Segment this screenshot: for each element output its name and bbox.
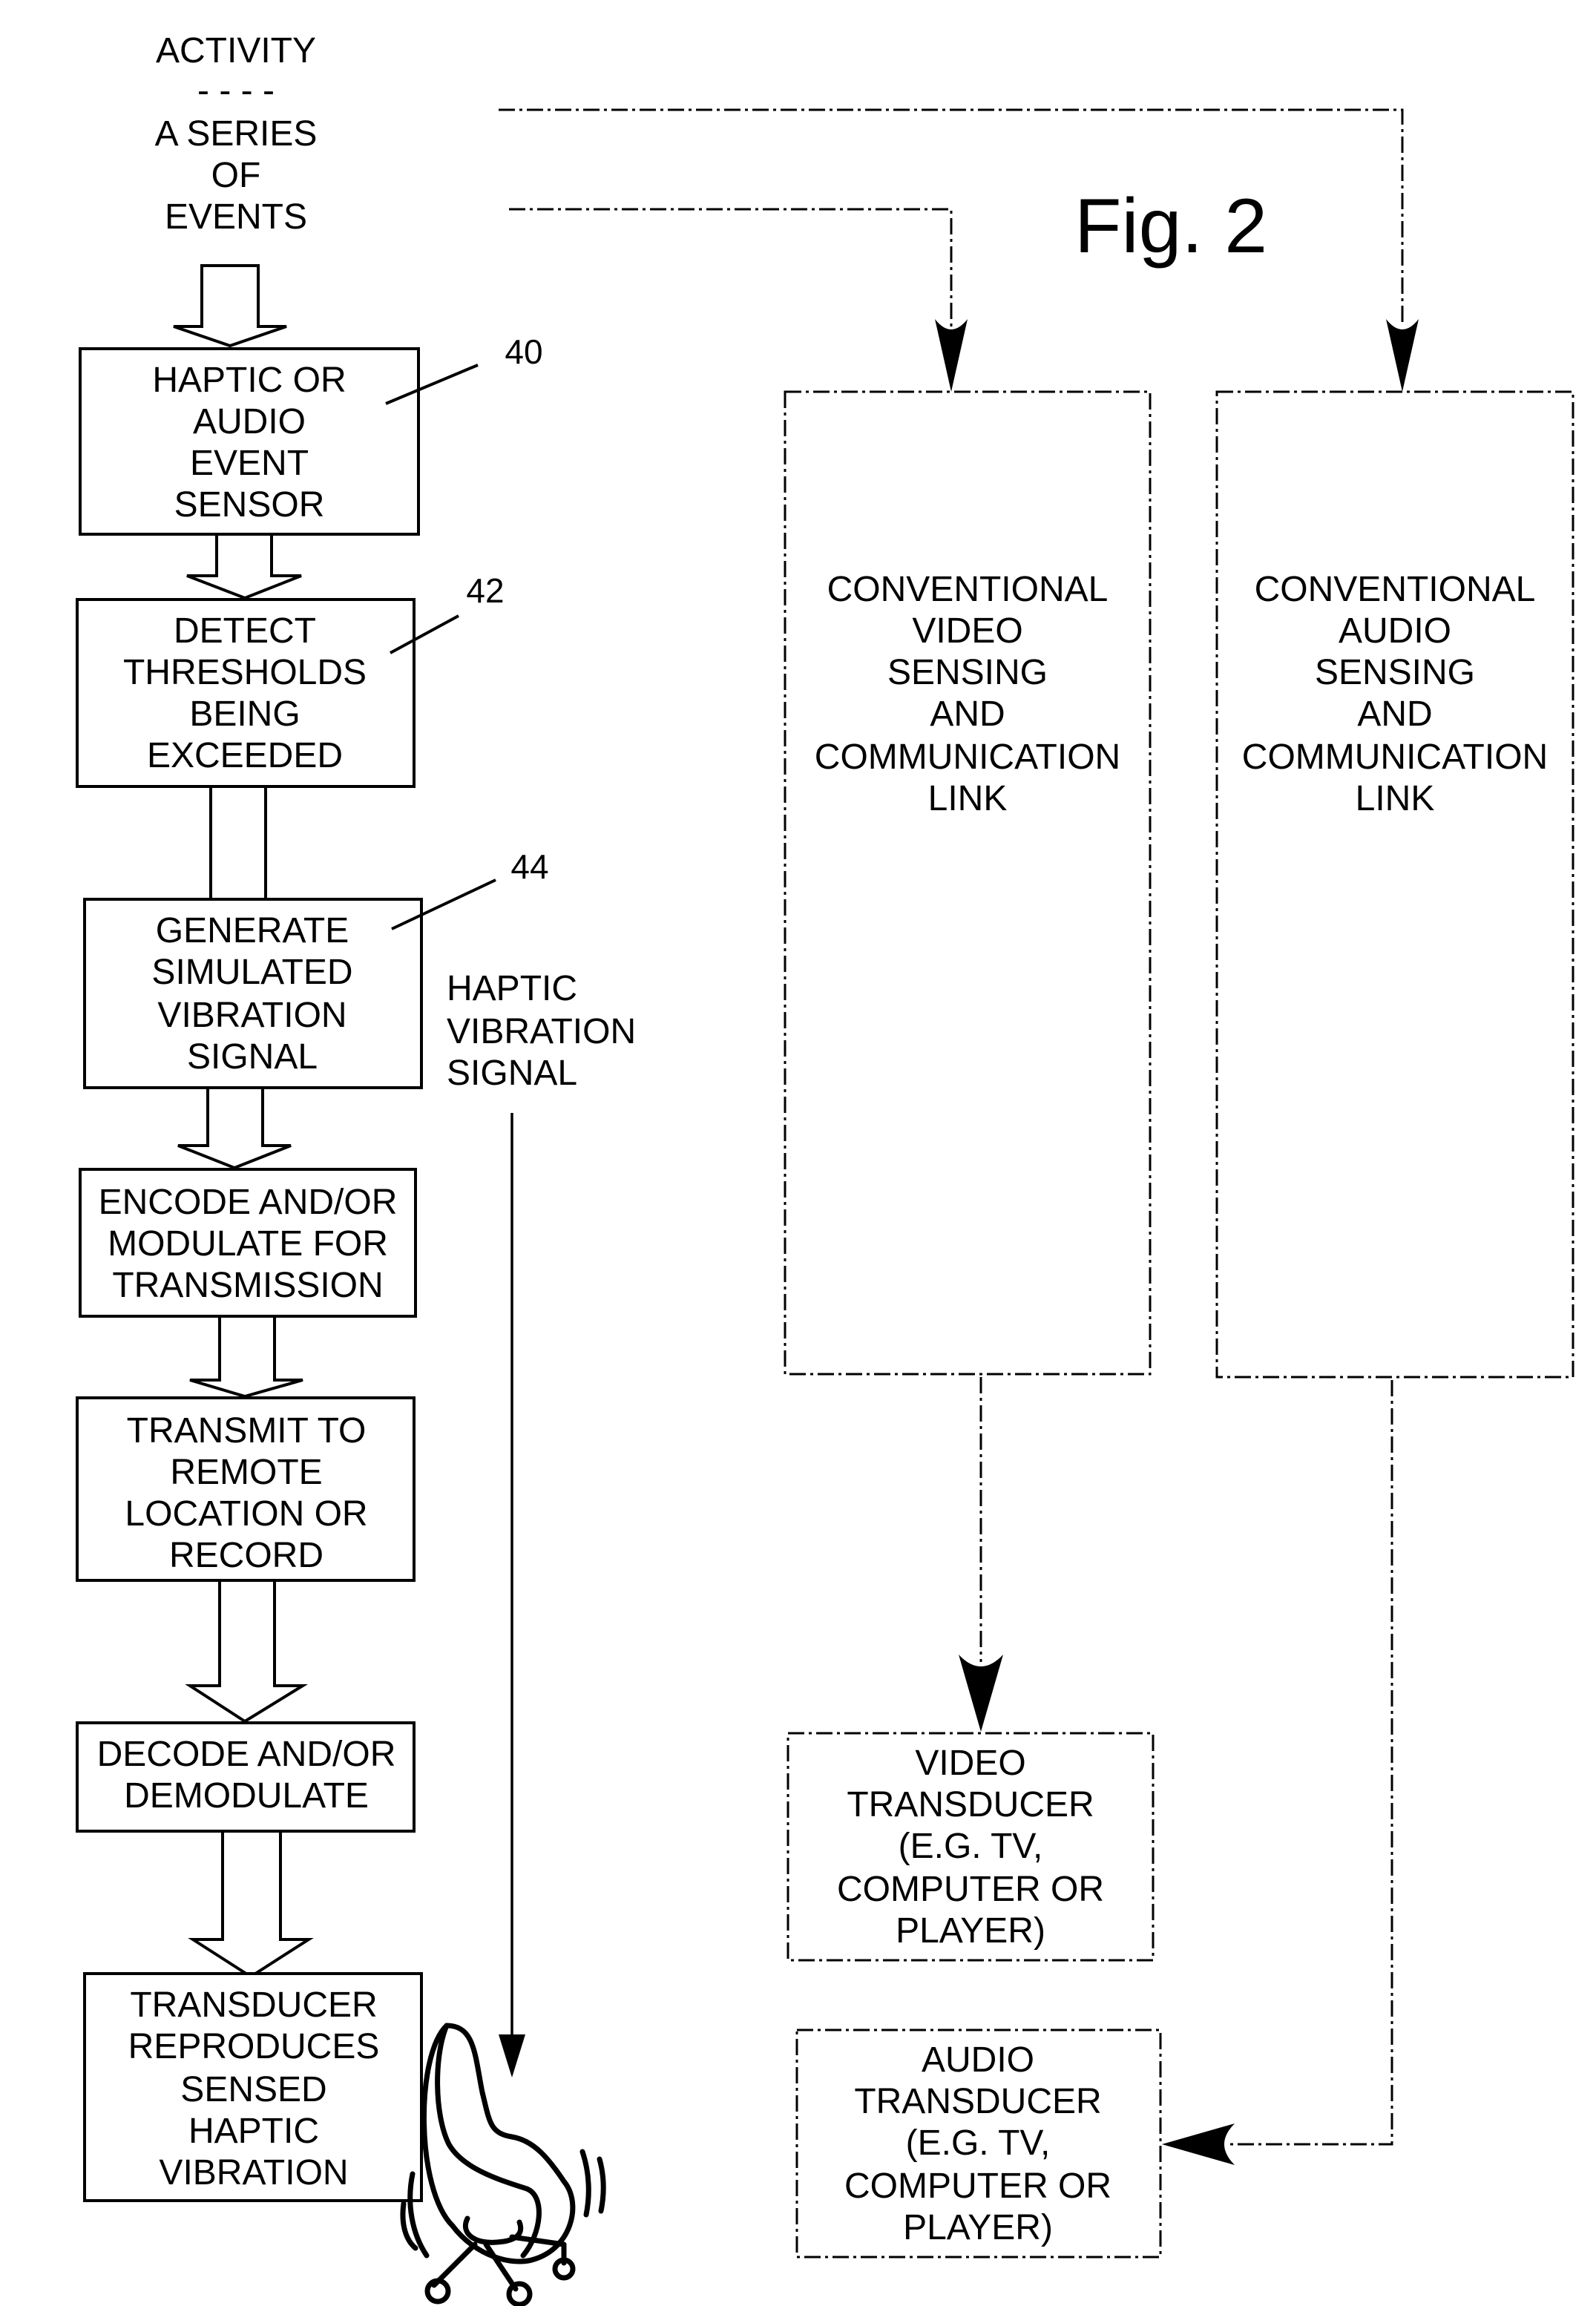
block-frame	[784, 390, 1152, 1376]
block-conventional-audio-link: CONVENTIONAL AUDIO SENSING AND COMMUNICA…	[1215, 390, 1574, 1379]
video-feed-line	[509, 208, 953, 326]
flow-arrow	[188, 1830, 314, 1979]
block-text: REPRODUCES	[128, 2027, 380, 2066]
flow-arrow	[173, 264, 287, 348]
block-text: PLAYER)	[896, 1911, 1045, 1951]
source-line: ACTIVITY	[156, 31, 316, 70]
block-text: TRANSDUCER	[130, 1985, 377, 2025]
block-text: AUDIO	[193, 402, 306, 441]
flow-arrow	[189, 1315, 303, 1399]
block-decode: DECODE AND/OR DEMODULATE	[76, 1721, 416, 1833]
haptic-signal-label: HAPTIC VIBRATION SIGNAL	[447, 969, 636, 1093]
block-video-transducer: VIDEO TRANSDUCER (E.G. TV, COMPUTER OR P…	[786, 1732, 1155, 1962]
signal-label-line: SIGNAL	[447, 1054, 577, 1093]
block-text: SIGNAL	[187, 1037, 318, 1077]
block-text: HAPTIC	[188, 2112, 319, 2151]
block-text: (E.G. TV,	[899, 1827, 1043, 1866]
block-text: SENSING	[1315, 653, 1475, 692]
block-text: CONVENTIONAL	[1255, 570, 1536, 609]
patent-figure-canvas: Fig. 2 ACTIVITY - - - - A SERIES OF EVEN…	[76, 31, 1574, 2306]
signal-label-line: HAPTIC	[447, 969, 577, 1008]
signal-label-line: VIBRATION	[447, 1012, 636, 1051]
block-text: (E.G. TV,	[906, 2123, 1051, 2163]
block-text: VIBRATION	[159, 2153, 348, 2192]
arrowhead-icon	[959, 1655, 1003, 1732]
block-text: TRANSMIT TO	[127, 1411, 367, 1451]
reference-numeral: 42	[466, 571, 504, 610]
block-text: EVENT	[190, 444, 309, 483]
block-text: THRESHOLDS	[123, 653, 367, 692]
block-text: EXCEEDED	[147, 736, 343, 775]
block-transmit: TRANSMIT TO REMOTE LOCATION OR RECORD	[76, 1396, 416, 1582]
block-text: REMOTE	[170, 1453, 322, 1492]
block-text: COMPUTER OR	[837, 1870, 1104, 1909]
block-text: VIDEO	[915, 1744, 1025, 1783]
block-encode: ENCODE AND/OR MODULATE FOR TRANSMISSION	[79, 1168, 417, 1318]
block-text: TRANSDUCER	[854, 2082, 1101, 2121]
arrowhead-icon	[499, 2034, 525, 2077]
block-text: SENSOR	[174, 485, 325, 525]
source-line: EVENTS	[165, 197, 307, 237]
reference-numeral: 40	[505, 332, 542, 371]
block-text: SENSING	[887, 653, 1048, 692]
block-text: VIBRATION	[157, 996, 347, 1035]
block-generate-signal: GENERATE SIMULATED VIBRATION SIGNAL	[83, 898, 423, 1089]
block-text: DEMODULATE	[124, 1776, 369, 1816]
block-haptic-transducer: TRANSDUCER REPRODUCES SENSED HAPTIC VIBR…	[83, 1972, 423, 2202]
arrowhead-icon	[1386, 319, 1419, 392]
block-text: PLAYER)	[903, 2208, 1053, 2247]
block-text: DETECT	[174, 611, 316, 651]
block-text: GENERATE	[156, 911, 349, 950]
reference-numeral: 44	[510, 847, 548, 886]
block-text: DECODE AND/OR	[97, 1735, 396, 1774]
block-text: CONVENTIONAL	[827, 570, 1109, 609]
activity-source: ACTIVITY - - - - A SERIES OF EVENTS	[155, 31, 318, 237]
arrowhead-icon	[1162, 2123, 1235, 2165]
block-text: AUDIO	[1339, 611, 1451, 651]
block-text: ENCODE AND/OR	[99, 1183, 398, 1222]
block-text: COMPUTER OR	[844, 2167, 1111, 2206]
source-line: OF	[211, 156, 261, 195]
block-detect-thresholds: DETECT THRESHOLDS BEING EXCEEDED	[76, 598, 416, 788]
block-text: SIMULATED	[151, 953, 352, 992]
source-line: A SERIES	[155, 114, 318, 154]
block-text: LINK	[928, 779, 1008, 818]
block-text: COMMUNICATION	[1242, 738, 1548, 777]
block-audio-transducer: AUDIO TRANSDUCER (E.G. TV, COMPUTER OR P…	[795, 2029, 1162, 2259]
block-text: AND	[1357, 694, 1432, 734]
block-text: AND	[930, 694, 1005, 734]
block-text: RECORD	[169, 1536, 324, 1575]
block-text: MODULATE FOR	[108, 1224, 388, 1264]
flow-arrow	[186, 533, 302, 600]
block-text: VIDEO	[912, 611, 1022, 651]
block-text: BEING	[189, 694, 300, 734]
arrowhead-icon	[935, 319, 968, 392]
flow-arrow	[177, 1086, 292, 1170]
source-line: - - - -	[197, 71, 275, 111]
block-frame	[1215, 390, 1574, 1379]
block-text: TRANSDUCER	[847, 1785, 1094, 1824]
vibrating-chair-icon	[400, 2023, 606, 2306]
flow-arrow	[185, 1579, 309, 1724]
audio-output-line	[1226, 1380, 1393, 2146]
block-text: SENSED	[180, 2070, 326, 2109]
block-text: LOCATION OR	[125, 1494, 367, 1534]
block-conventional-video-link: CONVENTIONAL VIDEO SENSING AND COMMUNICA…	[784, 390, 1152, 1376]
block-event-sensor: HAPTIC OR AUDIO EVENT SENSOR	[79, 347, 420, 536]
block-text: COMMUNICATION	[815, 738, 1120, 777]
block-text: TRANSMISSION	[112, 1266, 383, 1305]
block-text: LINK	[1356, 779, 1435, 818]
block-text: AUDIO	[922, 2040, 1034, 2080]
block-text: HAPTIC OR	[152, 361, 346, 400]
figure-label: Fig. 2	[1074, 183, 1267, 269]
